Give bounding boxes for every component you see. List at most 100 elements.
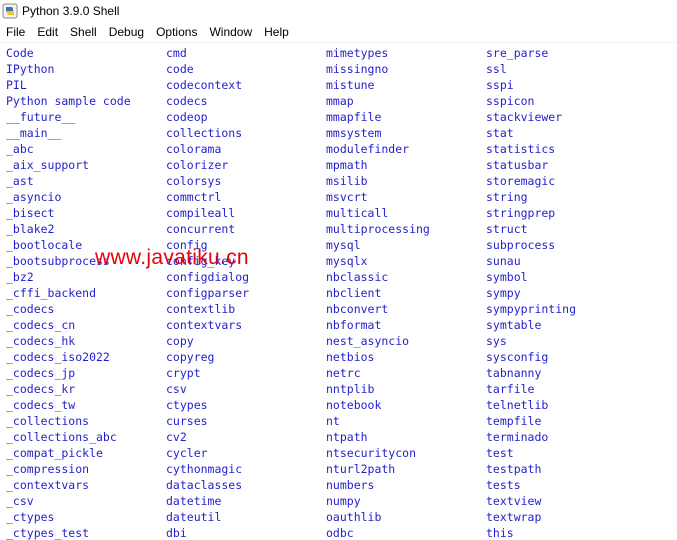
module-name: subprocess [486,238,556,252]
menu-help[interactable]: Help [258,22,295,42]
module-column-1: Code IPython PIL Python sample code __future… [6,45,131,540]
module-name: netbios [326,350,375,364]
module-name: _compression [6,462,90,476]
menu-debug[interactable]: Debug [103,22,150,42]
module-name: tarfile [486,382,535,396]
module-name: configdialog [166,270,250,284]
module-name: mysqlx [326,254,368,268]
module-name: oauthlib [326,510,382,524]
module-name: sympy [486,286,521,300]
module-name: sympyprinting [486,302,577,316]
module-name: stringprep [486,206,556,220]
module-column-4: sre_parse ssl sspi sspicon stackviewer stat st… [486,45,576,540]
module-name: telnetlib [486,398,549,412]
module-name: Python sample code [6,94,131,108]
module-name: multiprocessing [326,222,430,236]
module-name: _contextvars [6,478,90,492]
module-name: configparser [166,286,250,300]
module-name: datetime [166,494,222,508]
module-name: nbconvert [326,302,389,316]
module-name: _bz2 [6,270,34,284]
module-name: nntplib [326,382,375,396]
module-name: numbers [326,478,375,492]
module-column-3: mimetypes missingno mistune mmap mmapfile mms… [326,45,430,540]
module-name: commctrl [166,190,222,204]
module-column-2: cmd code codecontext codecs codeop collection… [166,45,249,540]
module-name: mmapfile [326,110,382,124]
module-name: stat [486,126,514,140]
module-name: cythonmagic [166,462,243,476]
module-name: crypt [166,366,201,380]
watermark-text: www.javatiku.cn [95,246,249,269]
module-name: msilib [326,174,368,188]
module-name: dateutil [166,510,222,524]
module-name: _ctypes [6,510,55,524]
module-name: PIL [6,78,27,92]
module-name: contextvars [166,318,243,332]
python-app-icon [2,3,18,19]
module-name: symbol [486,270,528,284]
module-name: testpath [486,462,542,476]
module-name: nbformat [326,318,382,332]
menu-edit[interactable]: Edit [31,22,64,42]
module-name: dbi [166,526,187,540]
menu-window[interactable]: Window [203,22,258,42]
menu-options[interactable]: Options [150,22,203,42]
module-name: ntsecuritycon [326,446,417,460]
module-name: struct [486,222,528,236]
module-name: cv2 [166,430,187,444]
module-name: copyreg [166,350,215,364]
module-name: codecs [166,94,208,108]
module-name: nt [326,414,340,428]
module-name: tabnanny [486,366,542,380]
idle-shell-window: Python 3.9.0 Shell File Edit Shell Debug… [0,0,677,540]
module-name: concurrent [166,222,236,236]
menu-shell[interactable]: Shell [64,22,103,42]
module-name: _collections_abc [6,430,117,444]
module-name: contextlib [166,302,236,316]
module-name: _codecs_iso2022 [6,350,110,364]
module-name: _aix_support [6,158,90,172]
module-name: tests [486,478,521,492]
module-name: colorizer [166,158,229,172]
module-name: mimetypes [326,46,389,60]
module-name: symtable [486,318,542,332]
module-name: _codecs [6,302,55,316]
module-name: cmd [166,46,187,60]
module-name: sspicon [486,94,535,108]
module-name: odbc [326,526,354,540]
module-name: mistune [326,78,375,92]
module-name: _compat_pickle [6,446,103,460]
module-name: _codecs_kr [6,382,76,396]
title-bar[interactable]: Python 3.9.0 Shell [0,0,677,22]
module-name: _codecs_cn [6,318,76,332]
module-name: sspi [486,78,514,92]
module-name: test [486,446,514,460]
module-name: compileall [166,206,236,220]
module-name: _asyncio [6,190,62,204]
module-name: _abc [6,142,34,156]
shell-output-area[interactable]: Code IPython PIL Python sample code __future… [0,44,677,540]
module-name: modulefinder [326,142,410,156]
menu-file[interactable]: File [0,22,31,42]
module-name: copy [166,334,194,348]
module-name: storemagic [486,174,556,188]
module-name: _blake2 [6,222,55,236]
module-name: textview [486,494,542,508]
module-name: this [486,526,514,540]
module-name: codecontext [166,78,243,92]
module-name: code [166,62,194,76]
module-name: sysconfig [486,350,549,364]
module-name: colorama [166,142,222,156]
module-name: textwrap [486,510,542,524]
module-name: statistics [486,142,556,156]
module-name: cycler [166,446,208,460]
module-name: numpy [326,494,361,508]
module-name: string [486,190,528,204]
module-name: msvcrt [326,190,368,204]
module-name: terminado [486,430,549,444]
module-name: statusbar [486,158,549,172]
module-name: nbclient [326,286,382,300]
menu-bar: File Edit Shell Debug Options Window Hel… [0,22,677,43]
module-name: nest_asyncio [326,334,410,348]
